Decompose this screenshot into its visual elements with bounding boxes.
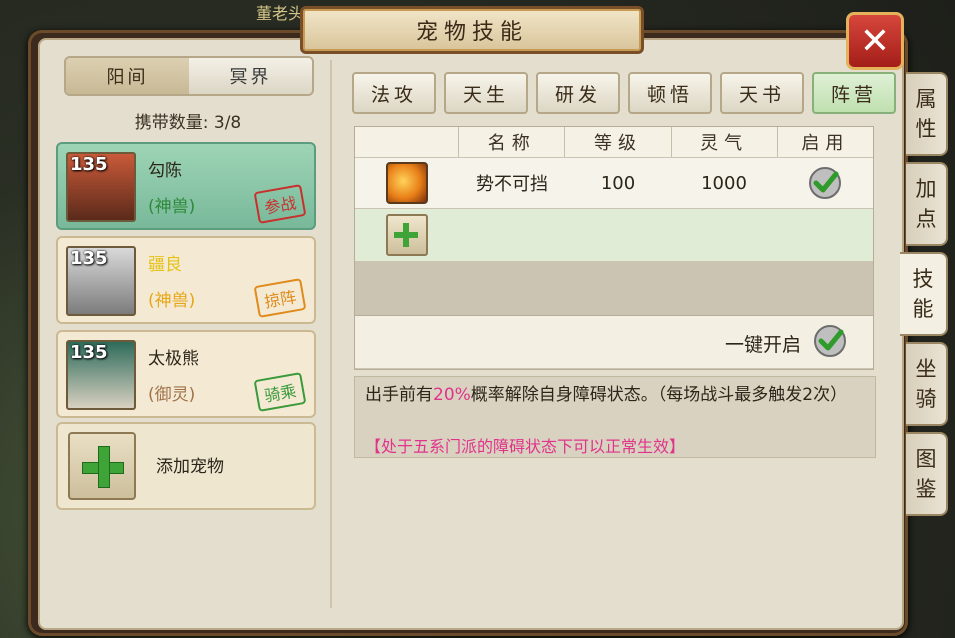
pet-card-gouchen[interactable]: 135 勾陈 (神兽) 参战 xyxy=(56,142,316,230)
carry-count-value: 3/8 xyxy=(213,113,242,133)
skill-aura: 1000 xyxy=(701,172,747,194)
side-tab-points[interactable]: 加点 xyxy=(906,162,948,246)
pet-name: 勾陈 xyxy=(148,161,182,181)
description-before: 出手前有 xyxy=(365,385,433,405)
description-after: 概率解除自身障碍状态。（每场战斗最多触发2次） xyxy=(470,385,848,405)
window-title: 宠物技能 xyxy=(300,6,644,54)
tab-yanfa[interactable]: 研发 xyxy=(536,72,620,114)
tab-mingjie[interactable]: 冥界 xyxy=(189,58,312,94)
header-enabled: 启用 xyxy=(801,133,850,154)
tab-dunwu[interactable]: 顿悟 xyxy=(628,72,712,114)
description-note: 【处于五系门派的障碍状态下可以正常生效】 xyxy=(365,437,686,456)
description-text: 出手前有20%概率解除自身障碍状态。（每场战斗最多触发2次） xyxy=(365,383,869,407)
pet-level: 135 xyxy=(70,342,108,363)
pet-type: (神兽) xyxy=(148,197,196,217)
pet-list-column: 阳间 冥界 携带数量: 3/8 135 勾陈 (神兽) 参战 135 疆良 (神… xyxy=(48,50,328,610)
pet-role-badge: 掠阵 xyxy=(253,278,307,318)
pet-level: 135 xyxy=(70,248,108,269)
pet-role-badge: 参战 xyxy=(253,184,307,224)
table-header: 名称 等级 灵气 启用 xyxy=(355,127,873,157)
table-row[interactable]: 势不可挡 100 1000 xyxy=(355,158,873,208)
skill-description: 出手前有20%概率解除自身障碍状态。（每场战斗最多触发2次） 【处于五系门派的障… xyxy=(354,376,876,458)
carry-count-label: 携带数量: xyxy=(134,113,209,133)
header-icon-col xyxy=(355,127,460,157)
pet-avatar: 135 xyxy=(66,340,136,410)
add-skill-plus-icon[interactable] xyxy=(386,214,428,256)
pet-card-taijixiong[interactable]: 135 太极熊 (御灵) 骑乘 xyxy=(56,330,316,418)
carry-count: 携带数量: 3/8 xyxy=(48,108,328,133)
side-tab-attributes[interactable]: 属性 xyxy=(906,72,948,156)
pet-type: (御灵) xyxy=(148,385,196,405)
add-pet-button[interactable]: 添加宠物 xyxy=(56,422,316,510)
pet-avatar: 135 xyxy=(66,152,136,222)
close-button[interactable]: ✕ xyxy=(846,12,904,70)
enabled-check-icon[interactable] xyxy=(808,166,842,200)
side-tabs: 属性 加点 技能 坐骑 图鉴 xyxy=(900,72,952,522)
pet-avatar: 135 xyxy=(66,246,136,316)
plus-icon xyxy=(68,432,136,500)
pet-card-jiangliang[interactable]: 135 疆良 (神兽) 掠阵 xyxy=(56,236,316,324)
add-skill-row xyxy=(355,209,873,261)
tab-yangjian[interactable]: 阳间 xyxy=(66,58,189,94)
header-aura: 灵气 xyxy=(672,127,778,157)
pet-name: 太极熊 xyxy=(148,349,199,369)
fist-skill-icon[interactable] xyxy=(386,162,428,204)
one-key-check-icon[interactable] xyxy=(813,324,847,358)
description-percent: 20% xyxy=(433,385,471,405)
pet-type: (神兽) xyxy=(148,291,196,311)
pet-name: 疆良 xyxy=(148,255,182,275)
skill-table: 名称 等级 灵气 启用 势不可挡 100 1000 一键开启 xyxy=(354,126,874,370)
skill-tabs: 法攻 天生 研发 顿悟 天书 阵营 xyxy=(352,72,896,114)
header-level: 等级 xyxy=(565,127,672,157)
side-tab-mount[interactable]: 坐骑 xyxy=(906,342,948,426)
tab-zhenying[interactable]: 阵营 xyxy=(812,72,896,114)
one-key-enable-label: 一键开启 xyxy=(724,334,801,356)
side-tab-handbook[interactable]: 图鉴 xyxy=(906,432,948,516)
realm-tabs: 阳间 冥界 xyxy=(64,56,314,96)
column-divider xyxy=(330,60,332,608)
pet-role-badge: 骑乘 xyxy=(253,372,307,412)
add-pet-label: 添加宠物 xyxy=(156,457,224,477)
header-name: 名称 xyxy=(459,127,566,157)
tab-tianshu[interactable]: 天书 xyxy=(720,72,804,114)
background-npc-name: 董老头 xyxy=(256,4,305,23)
one-key-enable-bar: 一键开启 xyxy=(355,315,873,368)
tab-tiansheng[interactable]: 天生 xyxy=(444,72,528,114)
side-tab-skills[interactable]: 技能 xyxy=(900,252,948,336)
skill-level: 100 xyxy=(600,172,636,194)
pet-level: 135 xyxy=(70,154,108,175)
tab-fagong[interactable]: 法攻 xyxy=(352,72,436,114)
skill-name: 势不可挡 xyxy=(476,174,548,195)
